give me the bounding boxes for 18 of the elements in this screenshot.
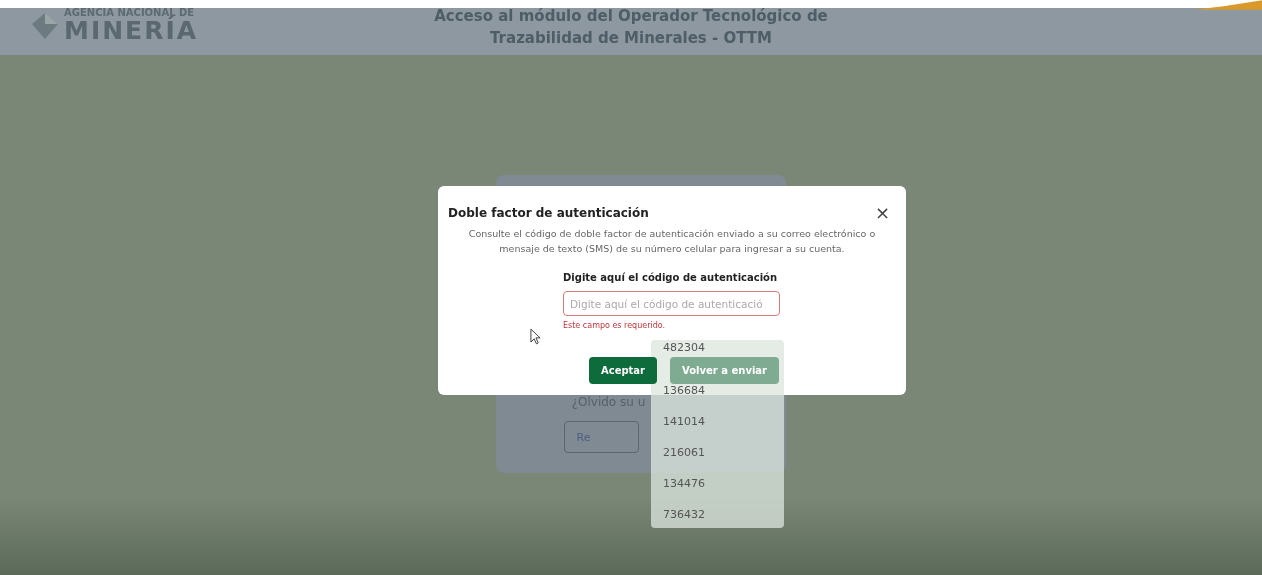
suggestion-item[interactable]: 141014 (663, 416, 705, 428)
suggestion-item[interactable]: 216061 (663, 447, 705, 459)
suggestion-item[interactable]: 134476 (663, 478, 705, 490)
suggestion-item[interactable]: 136684 (663, 385, 705, 397)
page-title: Acceso al módulo del Operador Tecnológico de (434, 5, 828, 27)
dialog-description: Consulte el código de doble factor de autenticación enviado a su correo electrónico o mensaje de texto (SMS) de su número celular para ingresar a su cuenta. (467, 227, 877, 256)
corner-decoration-drawing (1194, 0, 1262, 10)
page-title: Trazabilidad de Minerales - OTTM (490, 27, 772, 49)
accept-button[interactable]: Aceptar (588, 357, 658, 384)
suggestion-item[interactable]: 736432 (663, 509, 705, 521)
field-label: Digite aquí el código de autenticación (563, 272, 778, 283)
code-input-field[interactable]: Digite aquí el código de autenticació (563, 291, 780, 316)
diamond-logo-icon (30, 10, 60, 41)
error-message: Este campo es requerido. (563, 321, 666, 330)
suggestion-item[interactable]: 482304 (663, 342, 705, 354)
close-button[interactable]: × (868, 204, 896, 222)
dialog-title: Doble factor de autenticación (448, 206, 649, 220)
mouse-pointer-icon (530, 328, 541, 345)
